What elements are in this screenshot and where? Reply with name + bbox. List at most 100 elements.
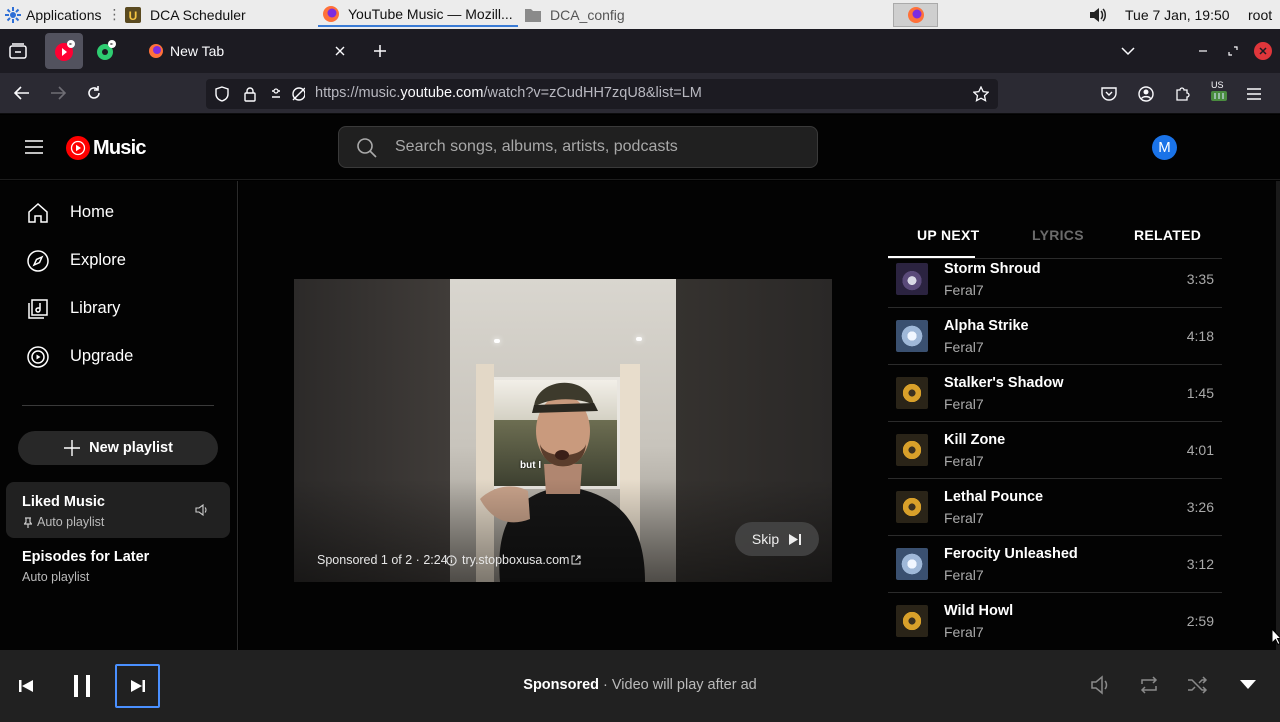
skip-label: Skip (751, 531, 780, 547)
volume-tray[interactable] (1089, 0, 1107, 29)
close-window-button[interactable] (1254, 42, 1272, 60)
bookmark-star-icon[interactable] (972, 85, 990, 103)
url-host: youtube.com (400, 85, 484, 101)
search-input[interactable]: Search songs, albums, artists, podcasts (395, 138, 678, 156)
hamburger-icon (25, 140, 43, 154)
ytm-logo[interactable]: Music (66, 135, 146, 161)
queue-item-artist[interactable]: Feral7 (944, 510, 984, 526)
sidebar-item-home[interactable]: Home (0, 190, 238, 236)
repeat-icon (1140, 676, 1158, 694)
page-scrollbar[interactable] (1276, 181, 1280, 650)
close-icon (1259, 47, 1267, 55)
url-path: /watch?v=zCudHH7zqU8&list=LM (483, 85, 702, 101)
search-icon (357, 138, 377, 158)
minimize-window-button[interactable] (1196, 41, 1210, 61)
shuffle-icon (1188, 676, 1208, 694)
queue-item[interactable]: Wild Howl Feral7 2:59 (888, 593, 1222, 650)
queue-item[interactable]: Stalker's Shadow Feral7 1:45 (888, 365, 1222, 422)
minimize-icon (1199, 50, 1207, 52)
sidebar-item-library[interactable]: Library (0, 286, 238, 332)
queue-item[interactable]: Storm Shroud Feral7 3:35 (888, 258, 1222, 308)
taskbar-firefox-launcher[interactable] (893, 3, 938, 27)
pinned-tab-app[interactable] (91, 33, 121, 69)
shuffle-button[interactable] (1186, 675, 1210, 697)
forward-button[interactable] (48, 83, 68, 103)
queue-item-artist[interactable]: Feral7 (944, 624, 984, 640)
sidebar-item-explore[interactable]: Explore (0, 238, 238, 284)
queue-item[interactable]: Ferocity Unleashed Feral7 3:12 (888, 536, 1222, 593)
taskbar-window-dca-scheduler[interactable]: U DCA Scheduler (120, 2, 250, 27)
tab-up-next[interactable]: UP NEXT (917, 227, 980, 243)
info-icon[interactable] (446, 555, 457, 566)
queue-item-artist[interactable]: Feral7 (944, 396, 984, 412)
tab-overview-icon[interactable] (8, 41, 28, 61)
app-menu-button[interactable] (1245, 85, 1263, 103)
pinned-tab-youtube-music[interactable] (45, 33, 83, 69)
tracking-protection-icon[interactable] (214, 86, 230, 102)
queue-item[interactable]: Alpha Strike Feral7 4:18 (888, 308, 1222, 365)
now-playing-speaker-icon (195, 504, 207, 516)
expand-player-button[interactable] (1238, 677, 1262, 695)
account-icon[interactable] (1137, 85, 1155, 103)
maximize-window-button[interactable] (1226, 41, 1240, 61)
firefox-icon (149, 44, 163, 58)
queue-item-artist[interactable]: Feral7 (944, 282, 984, 298)
pinned-app-icon (97, 40, 116, 60)
volume-button[interactable] (1090, 675, 1114, 697)
url-text[interactable]: https://music.youtube.com/watch?v=zCudHH… (315, 85, 702, 101)
youtube-music-logo-icon (66, 136, 90, 160)
queue-item[interactable]: Lethal Pounce Feral7 3:26 (888, 479, 1222, 536)
new-tab-button[interactable] (370, 41, 390, 61)
sidebar-item-upgrade[interactable]: Upgrade (0, 334, 238, 380)
taskbar-window-label: DCA Scheduler (150, 6, 246, 23)
permissions-icon[interactable] (270, 86, 306, 102)
close-tab-icon[interactable] (334, 45, 346, 57)
skip-ad-button[interactable]: Skip (735, 522, 819, 556)
avatar[interactable]: M (1152, 135, 1177, 160)
applications-label: Applications (26, 6, 102, 23)
queue-item[interactable]: Kill Zone Feral7 4:01 (888, 422, 1222, 479)
new-playlist-button[interactable]: New playlist (18, 431, 218, 465)
explore-icon (27, 250, 49, 272)
ad-video[interactable]: but I Sponsored 1 of 2 · 2:24 try.stopbo… (294, 279, 832, 582)
tab-new-tab[interactable]: New Tab (138, 33, 356, 69)
chevron-down-icon (1121, 47, 1135, 56)
clock[interactable]: Tue 7 Jan, 19:50 (1125, 0, 1230, 29)
lock-icon[interactable] (242, 86, 258, 102)
video-caption: but I (520, 460, 542, 471)
queue-item-title: Wild Howl (944, 603, 1014, 619)
list-all-tabs-button[interactable] (1118, 41, 1138, 61)
player-status-text: · Video will play after ad (599, 677, 757, 693)
tab-lyrics[interactable]: LYRICS (1032, 227, 1084, 243)
keyboard-layout-icon (1211, 91, 1227, 101)
taskbar-window-label: DCA_config (550, 6, 625, 23)
pocket-icon[interactable] (1100, 85, 1118, 103)
plus-icon (374, 45, 386, 57)
queue-item-title: Stalker's Shadow (944, 375, 1064, 391)
queue-item-artist[interactable]: Feral7 (944, 567, 984, 583)
queue-item-artist[interactable]: Feral7 (944, 339, 984, 355)
queue-item-duration: 3:26 (1186, 499, 1214, 515)
taskbar-window-youtube-music[interactable]: YouTube Music — Mozill... (318, 2, 518, 27)
playlist-item-liked-music[interactable]: Liked Music Auto playlist (6, 482, 230, 538)
repeat-button[interactable] (1138, 675, 1162, 697)
album-art-thumbnail (896, 605, 928, 637)
ad-link[interactable]: try.stopboxusa.com (462, 553, 569, 567)
queue-item-duration: 3:12 (1186, 556, 1214, 572)
playlist-item-episodes-for-later[interactable]: Episodes for Later Auto playlist (6, 539, 230, 595)
ad-sponsored-info: Sponsored 1 of 2 · 2:24 (317, 553, 448, 567)
keyboard-layout-extension[interactable]: US (1208, 80, 1230, 104)
back-button[interactable] (12, 83, 32, 103)
queue-item-artist[interactable]: Feral7 (944, 453, 984, 469)
keyboard-layout-label: US (1211, 80, 1224, 90)
reload-button[interactable] (84, 83, 104, 103)
tab-related[interactable]: RELATED (1134, 227, 1201, 243)
guide-menu-button[interactable] (22, 135, 46, 159)
arrow-left-icon (14, 86, 29, 100)
extensions-icon[interactable] (1173, 85, 1191, 103)
external-link-icon[interactable] (571, 555, 581, 565)
applications-menu[interactable]: Applications ⋮ (4, 0, 122, 29)
sidebar: Home Explore Library Upgrade New playlis… (0, 181, 238, 650)
queue-item-duration: 1:45 (1186, 385, 1214, 401)
taskbar-window-dca-config[interactable]: DCA_config (520, 2, 629, 27)
